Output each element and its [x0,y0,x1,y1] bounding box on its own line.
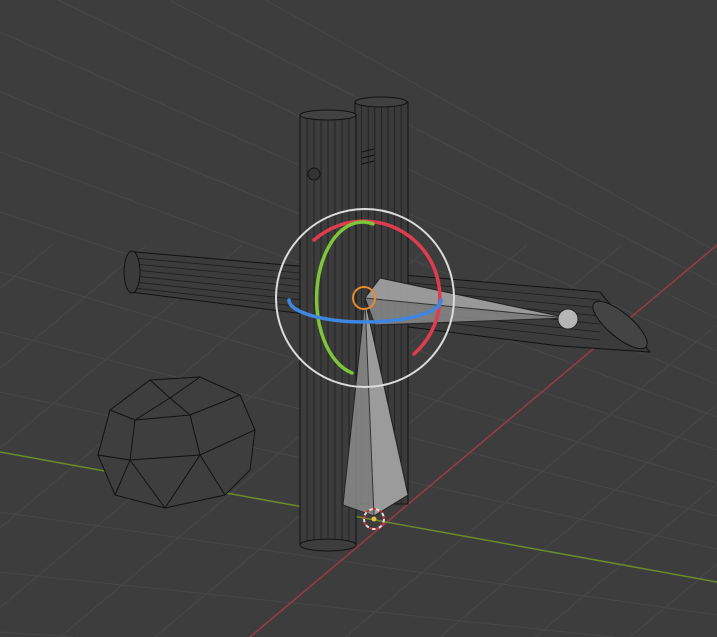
bone-joint [557,308,579,330]
3d-viewport[interactable] [0,0,717,637]
grid-line [0,511,717,616]
grid-line [0,571,614,637]
viewport-canvas[interactable] [0,0,717,637]
grid-line [0,244,53,290]
grid-line [629,563,717,637]
grid-line [439,404,717,637]
grid-line [168,0,717,286]
grid-line [534,483,717,637]
grid-line [0,631,74,637]
armature-bones[interactable] [342,277,579,517]
dome-mesh[interactable] [97,376,256,509]
